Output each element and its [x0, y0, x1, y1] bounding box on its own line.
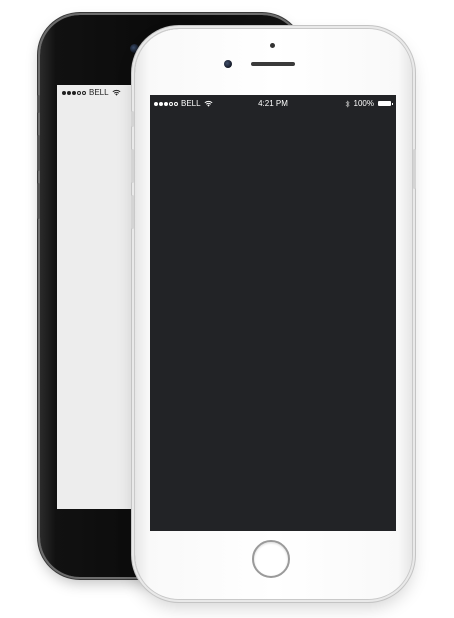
signal-dot	[77, 90, 81, 95]
front-mute-switch	[131, 111, 134, 127]
status-right: 100%	[345, 99, 393, 108]
wifi-icon	[112, 89, 121, 96]
carrier-label: BELL	[89, 88, 109, 97]
proximity-sensor-icon	[270, 43, 275, 48]
signal-dot	[67, 90, 71, 95]
back-status-bar: BELL	[62, 88, 121, 97]
front-power-button	[413, 149, 416, 189]
earpiece-speaker	[251, 62, 295, 66]
signal-dot	[82, 90, 86, 95]
back-volume-up-button	[37, 135, 40, 171]
front-volume-down-button	[131, 195, 134, 229]
phone-front: BELL 4:21 PM 100%	[131, 29, 416, 599]
front-volume-up-button	[131, 149, 134, 183]
status-bar: BELL 4:21 PM 100%	[150, 95, 396, 113]
front-camera-icon	[224, 60, 232, 68]
battery-percent: 100%	[353, 99, 374, 108]
battery-icon	[378, 101, 393, 106]
back-volume-down-button	[37, 183, 40, 219]
front-screen: BELL 4:21 PM 100%	[150, 95, 396, 531]
signal-dot	[72, 90, 76, 95]
back-camera-icon	[130, 44, 139, 53]
back-mute-switch	[37, 95, 40, 113]
signal-strength-icon	[62, 90, 86, 95]
signal-dot	[62, 90, 66, 95]
home-button[interactable]	[252, 540, 290, 578]
bluetooth-icon	[345, 99, 350, 108]
